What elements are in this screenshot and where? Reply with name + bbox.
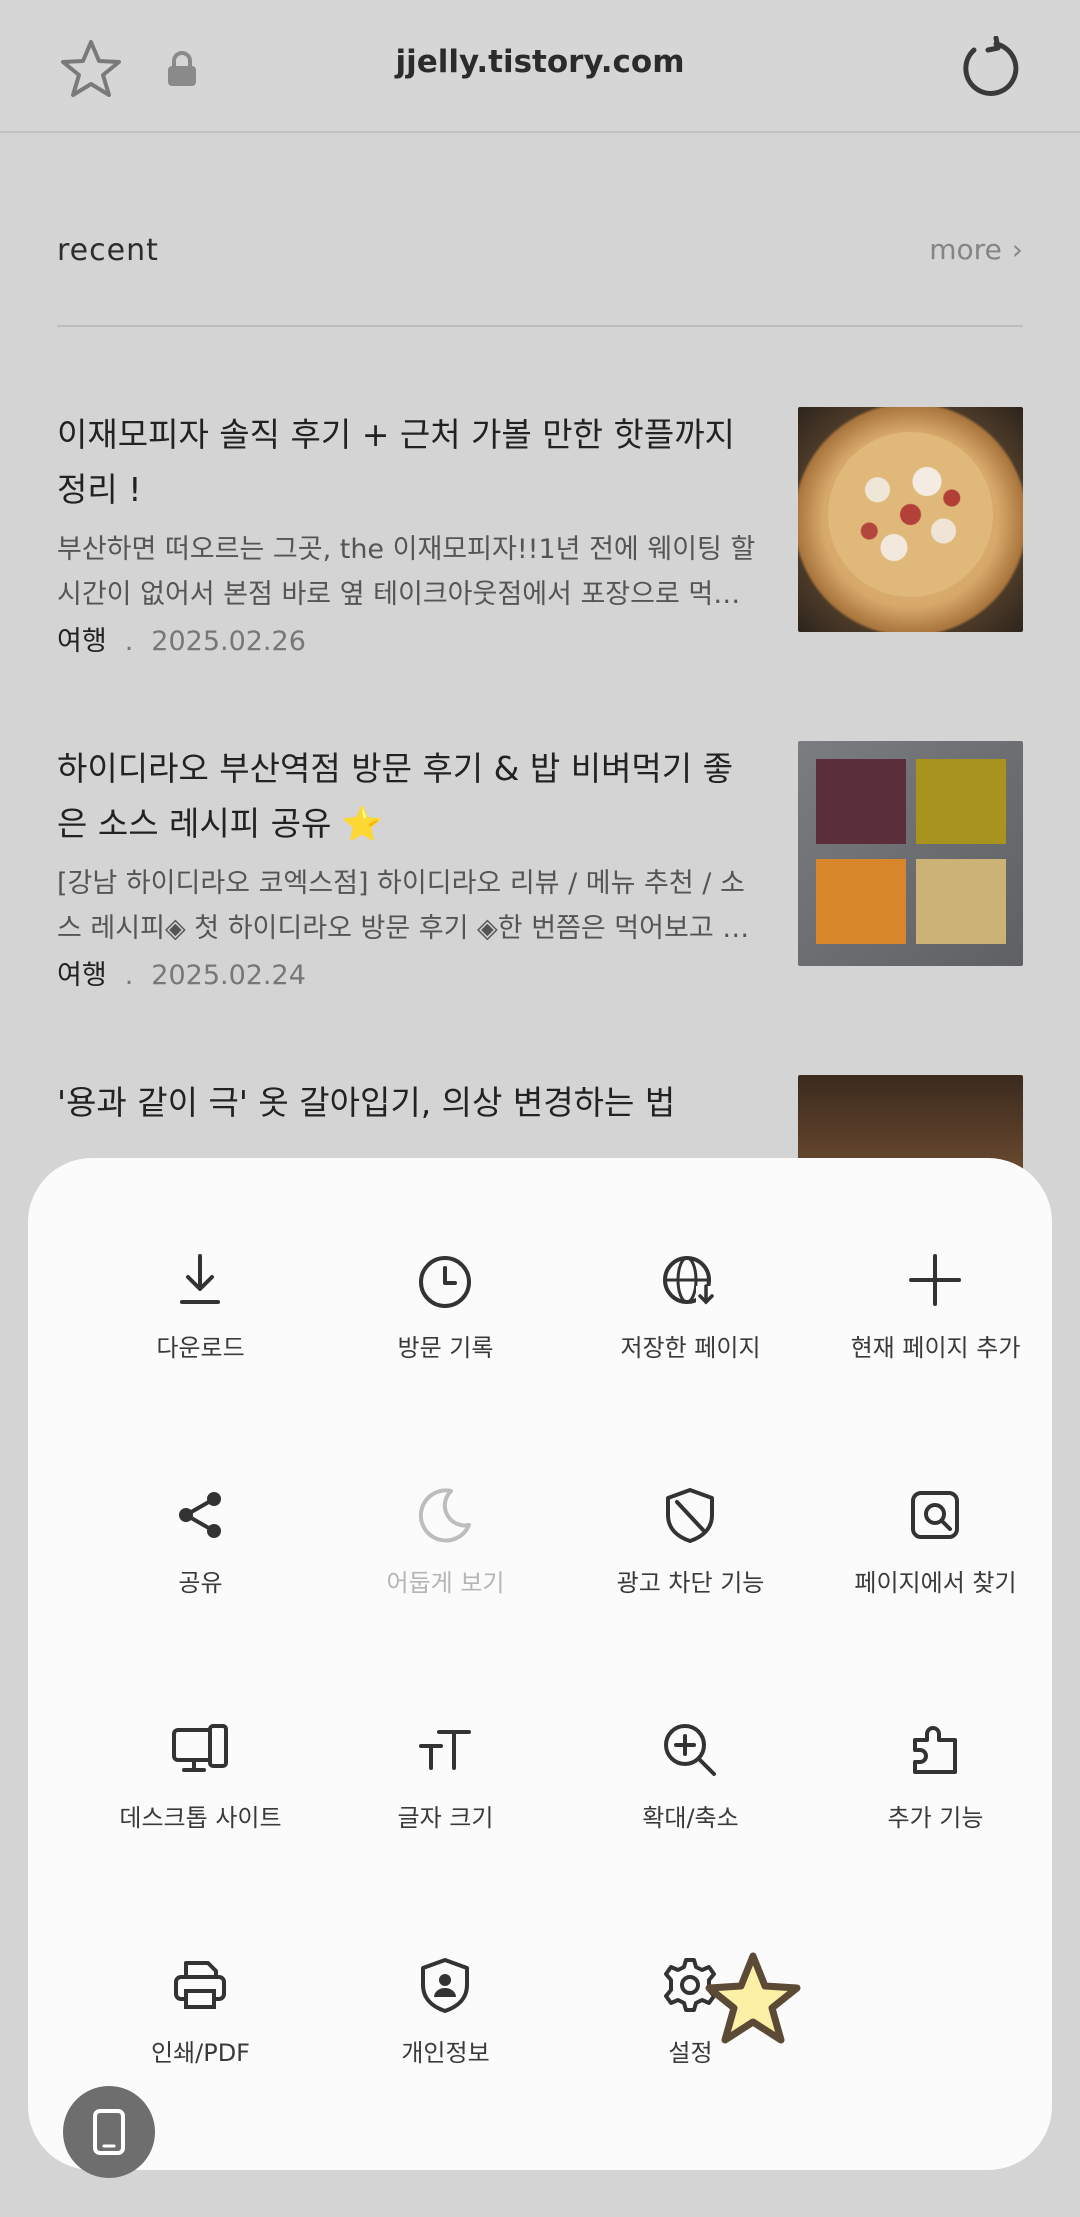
more-label: more [929,233,1002,266]
post-title[interactable]: '용과 같이 극' 옷 갈아입기, 의상 변경하는 법 [57,1075,757,1130]
menu-item-add-page[interactable]: 현재 페이지 추가 [813,1250,1058,1400]
menu-item-label: 글자 크기 [397,1804,494,1832]
menu-item-saved-pages[interactable]: 저장한 페이지 [568,1250,813,1400]
history-clock-icon [419,1256,471,1308]
reload-icon[interactable] [958,36,1020,98]
browser-menu-sheet: 다운로드 방문 기록 저장한 페이지 현재 페이지 추가 공유 어둡게 보기 광… [28,1158,1052,2170]
phone-icon [93,2109,125,2155]
plus-icon [909,1254,961,1306]
post-category: 여행 [57,626,107,657]
menu-item-label: 현재 페이지 추가 [850,1334,1021,1362]
post-title[interactable]: 이재모피자 솔직 후기 + 근처 가볼 만한 핫플까지 정리 ! [57,407,757,517]
menu-item-print[interactable]: 인쇄/PDF [78,1955,323,2105]
share-icon [179,1492,221,1538]
browser-toolbar: jjelly.tistory.com [0,0,1080,133]
post-date: 2025.02.24 [151,960,306,991]
menu-item-label: 추가 기능 [887,1804,984,1832]
menu-item-label: 광고 차단 기능 [616,1569,765,1597]
meta-dot: . [124,960,134,991]
ad-block-shield-icon [666,1488,714,1543]
menu-item-label: 페이지에서 찾기 [854,1569,1017,1597]
post-thumbnail[interactable] [798,407,1023,632]
star-badge-icon [705,1952,801,2044]
menu-item-dark-mode: 어둡게 보기 [323,1485,568,1635]
meta-dot: . [124,626,134,657]
chevron-right-icon: › [1011,233,1023,266]
saved-pages-globe-icon [663,1256,716,1306]
menu-item-label: 저장한 페이지 [620,1334,761,1362]
find-in-page-icon [911,1491,959,1539]
menu-item-share[interactable]: 공유 [78,1485,323,1635]
menu-item-zoom[interactable]: 확대/축소 [568,1720,813,1870]
menu-item-desktop-site[interactable]: 데스크톱 사이트 [78,1720,323,1870]
post-date: 2025.02.26 [151,626,306,657]
post-description: [강남 하이디라오 코엑스점] 하이디라오 리뷰 / 메뉴 추천 / 소스 레시… [57,868,750,944]
post-category: 여행 [57,960,107,991]
menu-item-find-in-page[interactable]: 페이지에서 찾기 [813,1485,1058,1635]
desktop-icon [172,1724,228,1772]
post-meta: 여행. 2025.02.26 [57,619,306,658]
post-description: 부산하면 떠오르는 그곳, the 이재모피자!!1년 전에 웨이팅 할 시간이… [57,534,756,610]
section-title: recent [57,233,159,268]
menu-item-label: 데스크톱 사이트 [119,1804,282,1832]
menu-item-ad-block[interactable]: 광고 차단 기능 [568,1485,813,1635]
post-item[interactable]: 하이디라오 부산역점 방문 후기 & 밥 비벼먹기 좋은 소스 레시피 공유 ⭐… [57,741,1023,991]
more-link[interactable]: more › [929,233,1023,266]
zoom-in-icon [664,1724,716,1776]
privacy-shield-icon [421,1958,469,2013]
menu-item-privacy[interactable]: 개인정보 [323,1955,568,2105]
menu-item-history[interactable]: 방문 기록 [323,1250,568,1400]
print-icon [174,1961,226,2009]
recent-header: recent more › [57,233,1023,293]
divider [57,325,1023,327]
download-icon [180,1254,220,1304]
menu-item-label: 다운로드 [156,1334,245,1362]
menu-item-text-size[interactable]: 글자 크기 [323,1720,568,1870]
device-mode-button[interactable] [63,2086,155,2178]
menu-item-label: 개인정보 [401,2039,490,2067]
add-ons-puzzle-icon [913,1726,957,1774]
menu-item-label: 확대/축소 [642,1804,739,1832]
menu-item-add-ons[interactable]: 추가 기능 [813,1720,1058,1870]
post-title[interactable]: 하이디라오 부산역점 방문 후기 & 밥 비벼먹기 좋은 소스 레시피 공유 ⭐ [57,741,757,851]
menu-item-label: 인쇄/PDF [150,2039,250,2067]
menu-item-label: 어둡게 보기 [386,1569,505,1597]
menu-item-label: 방문 기록 [397,1334,494,1362]
post-thumbnail[interactable] [798,741,1023,966]
menu-item-label: 공유 [178,1569,223,1597]
menu-item-download[interactable]: 다운로드 [78,1250,323,1400]
moon-icon [418,1488,471,1543]
url-text[interactable]: jjelly.tistory.com [0,44,1080,80]
text-size-icon [419,1730,471,1770]
post-meta: 여행. 2025.02.24 [57,953,306,992]
post-item[interactable]: 이재모피자 솔직 후기 + 근처 가볼 만한 핫플까지 정리 ! 부산하면 떠오… [57,407,1023,657]
